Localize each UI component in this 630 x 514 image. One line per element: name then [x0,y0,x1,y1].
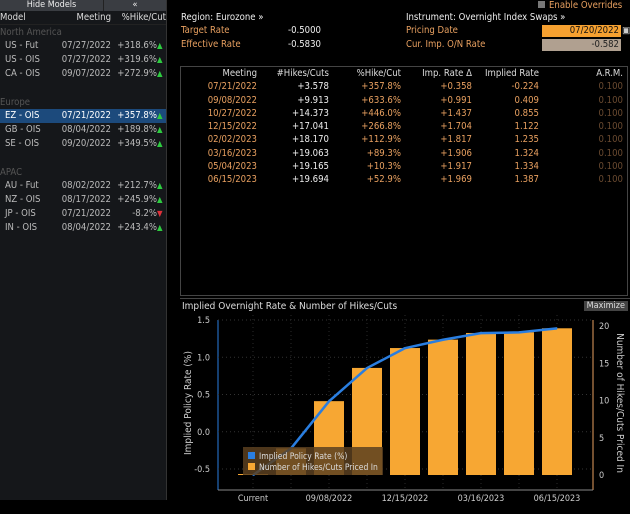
line-point [480,332,482,334]
calendar-icon[interactable]: ▣ [622,25,630,36]
table-row[interactable]: 06/15/2023 +19.694 +52.9% +1.969 1.387 0.100 [181,173,627,186]
line-point [404,347,406,349]
triangle-up-icon: ▲ [157,139,163,148]
y-tick-label: 0.5 [197,391,210,401]
enable-overrides-checkbox[interactable]: Enable Overrides [538,0,622,11]
group-label: APAC [0,167,23,178]
model-row[interactable]: SE - OIS 09/20/2022 +349.5% ▲ [0,137,166,151]
table-row[interactable]: 07/21/2022 +3.578 +357.8% +0.358 -0.224 0.100 [181,80,627,93]
legend-label: Implied Policy Rate (%) [259,452,347,462]
triangle-up-icon: ▲ [157,69,163,78]
cur-imp-rate-field[interactable]: -0.582 [542,39,621,51]
collapse-button[interactable]: « [104,0,166,11]
line-point [328,400,330,402]
y-tick-label: -0.5 [194,465,210,475]
y-tick-label: 1.0 [197,353,210,363]
bar [428,339,458,475]
model-row[interactable]: CA - OIS 09/07/2022 +272.9% ▲ [0,67,166,81]
line-point [518,331,520,333]
x-tick-label: Current [238,494,268,504]
effective-rate: -0.5830 [288,39,321,50]
x-tick-label: 06/15/2023 [534,494,581,504]
legend-label: Number of Hikes/Cuts Priced In [259,463,378,473]
y2-tick-label: 20 [599,322,609,332]
y2-axis-label: Number of Hikes/Cuts Priced In [614,333,625,473]
y2-tick-label: 10 [599,397,609,407]
line-point [366,367,368,369]
y2-tick-label: 5 [599,434,604,444]
triangle-up-icon: ▲ [157,223,163,232]
target-rate: -0.5000 [288,25,321,36]
model-row[interactable]: JP - OIS 07/21/2022 -8.2% ▼ [0,207,166,221]
table-row[interactable]: 12/15/2022 +17.041 +266.8% +1.704 1.122 0.100 [181,120,627,133]
bar [504,332,534,475]
pricing-date-input[interactable]: 07/20/2022 [542,25,621,37]
meetings-table: Meeting #Hikes/Cuts %Hike/Cut Imp. Rate Δ Im… [180,66,628,296]
y-tick-label: 1.5 [197,316,210,326]
x-tick-label: 03/16/2023 [458,494,505,504]
bar [390,348,420,475]
triangle-up-icon: ▲ [157,41,163,50]
group-label: Europe [0,97,31,108]
triangle-up-icon: ▲ [157,111,163,120]
line-point [556,327,558,329]
legend: Implied Policy Rate (%)Number of Hikes/C… [243,447,383,475]
hide-models-button[interactable]: Hide Models [0,0,104,11]
model-row[interactable]: US - OIS 07/27/2022 +319.6% ▲ [0,53,166,67]
checkbox-icon [538,1,545,8]
line-point [442,339,444,341]
models-panel: Hide Models « Model Meeting %Hike/Cut Nor… [0,0,167,500]
triangle-up-icon: ▲ [157,181,163,190]
y2-tick-label: 0 [599,471,604,481]
group-label: North America [0,27,62,38]
chart-panel: Implied Overnight Rate & Number of Hikes… [180,298,630,510]
model-row[interactable]: NZ - OIS 08/17/2022 +245.9% ▲ [0,193,166,207]
table-row[interactable]: 10/27/2022 +14.373 +446.0% +1.437 0.855 0.100 [181,107,627,120]
combo-chart: 1.5 1.0 0.5 0.0 -0.5 20 15 10 5 0 Current 09/08/202… [183,315,625,504]
model-row[interactable]: EZ - OIS 07/21/2022 +357.8% ▲ [0,109,166,123]
models-header: Model Meeting %Hike/Cut [0,12,166,25]
y-axis-label: Implied Policy Rate (%) [183,351,194,455]
y-tick-label: 0.0 [197,428,210,438]
x-tick-label: 09/08/2022 [306,494,353,504]
x-tick-label: 12/15/2022 [382,494,429,504]
triangle-up-icon: ▲ [157,195,163,204]
triangle-up-icon: ▲ [157,125,163,134]
y2-tick-label: 15 [599,359,609,369]
table-header: Meeting #Hikes/Cuts %Hike/Cut Imp. Rate Δ Im… [222,68,623,79]
table-row[interactable]: 03/16/2023 +19.063 +89.3% +1.906 1.324 0.100 [181,147,627,160]
table-row[interactable]: 05/04/2023 +19.165 +10.3% +1.917 1.334 0.100 [181,160,627,173]
legend-swatch-line [248,452,255,459]
triangle-up-icon: ▲ [157,55,163,64]
bar [542,328,572,475]
instrument-selector[interactable]: Instrument: Overnight Index Swaps » [406,12,565,23]
model-row[interactable]: AU - Fut 08/02/2022 +212.7% ▲ [0,179,166,193]
table-row[interactable]: 02/02/2023 +18.170 +112.9% +1.817 1.235 0.100 [181,133,627,146]
model-row[interactable]: GB - OIS 08/04/2022 +189.8% ▲ [0,123,166,137]
triangle-down-icon: ▼ [157,209,163,218]
legend-swatch-bar [248,463,255,470]
region-selector[interactable]: Region: Eurozone » [181,12,264,23]
bar [466,332,496,475]
model-row[interactable]: IN - OIS 08/04/2022 +243.4% ▲ [0,221,166,235]
table-row[interactable]: 09/08/2022 +9.913 +633.6% +0.991 0.409 0.100 [181,94,627,107]
model-row[interactable]: US - Fut 07/27/2022 +318.6% ▲ [0,39,166,53]
